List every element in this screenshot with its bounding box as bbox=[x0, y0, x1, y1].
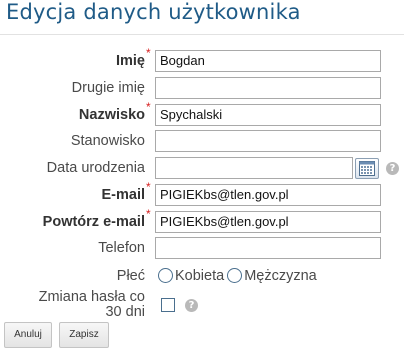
row-password-change: Zmiana hasła co 30 dni ? bbox=[0, 290, 404, 320]
gender-male-label[interactable]: Mężczyzna bbox=[244, 268, 317, 284]
middle-name-label: Drugie imię bbox=[71, 80, 145, 96]
page-title: Edycja danych użytkownika bbox=[6, 0, 301, 24]
email-repeat-label: Powtórz e-mail bbox=[42, 214, 145, 230]
required-marker: * bbox=[146, 46, 151, 60]
email-input[interactable]: PIGIEKbs@tlen.gov.pl bbox=[155, 184, 381, 206]
row-last-name: Nazwisko * Spychalski bbox=[0, 100, 404, 128]
calendar-button[interactable] bbox=[355, 158, 379, 179]
row-first-name: Imię * Bogdan bbox=[0, 46, 404, 74]
password-change-label: Zmiana hasła co 30 dni bbox=[39, 290, 145, 320]
row-phone: Telefon bbox=[0, 235, 404, 261]
phone-label: Telefon bbox=[98, 240, 145, 256]
calendar-icon bbox=[359, 161, 375, 176]
cancel-button[interactable]: Anuluj bbox=[4, 322, 52, 348]
password-change-label-line2: 30 dni bbox=[105, 304, 145, 320]
email-label: E-mail bbox=[101, 187, 145, 203]
last-name-label: Nazwisko bbox=[78, 107, 145, 123]
required-marker: * bbox=[146, 100, 151, 114]
required-marker: * bbox=[146, 207, 151, 221]
gender-male-radio[interactable] bbox=[227, 268, 243, 284]
row-position: Stanowisko bbox=[0, 128, 404, 154]
position-label: Stanowisko bbox=[70, 133, 145, 149]
birth-date-label: Data urodzenia bbox=[46, 160, 145, 176]
gender-female-label[interactable]: Kobieta bbox=[175, 268, 224, 284]
title-divider bbox=[0, 34, 404, 35]
first-name-label: Imię bbox=[115, 53, 145, 69]
row-birth-date: Data urodzenia ? bbox=[0, 155, 404, 181]
help-icon[interactable]: ? bbox=[185, 299, 198, 312]
help-icon[interactable]: ? bbox=[386, 162, 399, 175]
password-change-checkbox[interactable] bbox=[161, 298, 175, 312]
gender-female-radio[interactable] bbox=[158, 268, 173, 284]
row-email-repeat: Powtórz e-mail * PIGIEKbs@tlen.gov.pl bbox=[0, 207, 404, 235]
gender-radio-group: Kobieta Mężczyzna bbox=[158, 267, 320, 287]
row-email: E-mail * PIGIEKbs@tlen.gov.pl bbox=[0, 180, 404, 208]
position-input[interactable] bbox=[155, 130, 381, 152]
required-marker: * bbox=[146, 180, 151, 194]
first-name-input[interactable]: Bogdan bbox=[155, 50, 381, 72]
phone-input[interactable] bbox=[155, 237, 381, 259]
password-change-label-line1: Zmiana hasła co bbox=[38, 289, 145, 305]
row-gender: Płeć Kobieta Mężczyzna bbox=[0, 263, 404, 289]
last-name-input[interactable]: Spychalski bbox=[155, 104, 381, 126]
save-button[interactable]: Zapisz bbox=[59, 322, 109, 348]
row-middle-name: Drugie imię bbox=[0, 75, 404, 101]
birth-date-input[interactable] bbox=[155, 157, 353, 179]
email-repeat-input[interactable]: PIGIEKbs@tlen.gov.pl bbox=[155, 211, 381, 233]
gender-label: Płeć bbox=[116, 268, 145, 284]
middle-name-input[interactable] bbox=[155, 77, 381, 99]
